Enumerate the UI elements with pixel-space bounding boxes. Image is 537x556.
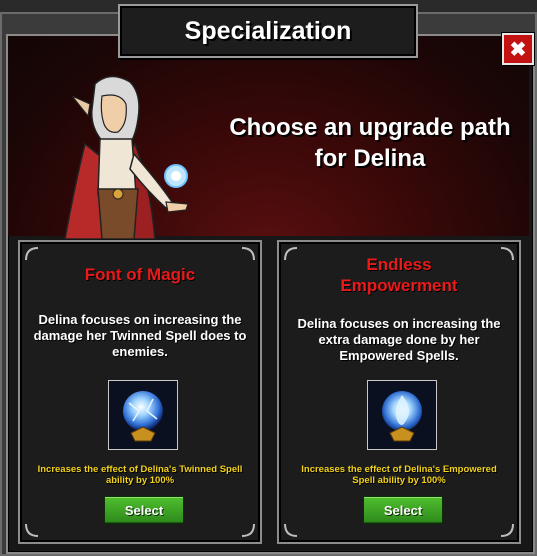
corner-ornament [284,523,298,537]
hero-portrait [64,75,189,239]
corner-ornament [241,247,255,261]
corner-ornament [25,523,39,537]
option-title-line-2: Empowerment [340,276,458,295]
corner-ornament [500,523,514,537]
option-title-line-1: Endless [366,255,432,274]
close-button[interactable]: ✖ [502,33,534,65]
select-button-endless-empowerment[interactable]: Select [363,496,443,524]
option-description: Delina focuses on increasing the damage … [33,312,247,359]
corner-ornament [241,523,255,537]
option-title-line-1: Font of Magic [84,265,196,284]
heading-line-1: Choose an upgrade path [229,114,511,141]
window-title: Specialization [184,16,352,45]
specialization-card-endless-empowerment: Endless Empowerment Delina focuses on in… [277,240,521,544]
blue-orb-icon [108,380,178,450]
option-effect: Increases the effect of Delina's Twinned… [37,464,243,486]
option-description: Delina focuses on increasing the extra d… [297,316,501,363]
corner-ornament [25,247,39,261]
option-title: Font of Magic [20,264,260,285]
select-button-font-of-magic[interactable]: Select [104,496,184,524]
specialization-card-font-of-magic: Font of Magic Delina focuses on increasi… [18,240,262,544]
heading-line-2: for Delina [314,145,426,172]
title-tab: Specialization [118,4,418,58]
close-icon: ✖ [509,38,527,61]
hero-heading: Choose an upgrade path for Delina [215,112,525,174]
blue-flame-orb-icon [367,380,437,450]
option-title: Endless Empowerment [279,254,519,296]
option-effect: Increases the effect of Delina's Empower… [301,464,497,486]
